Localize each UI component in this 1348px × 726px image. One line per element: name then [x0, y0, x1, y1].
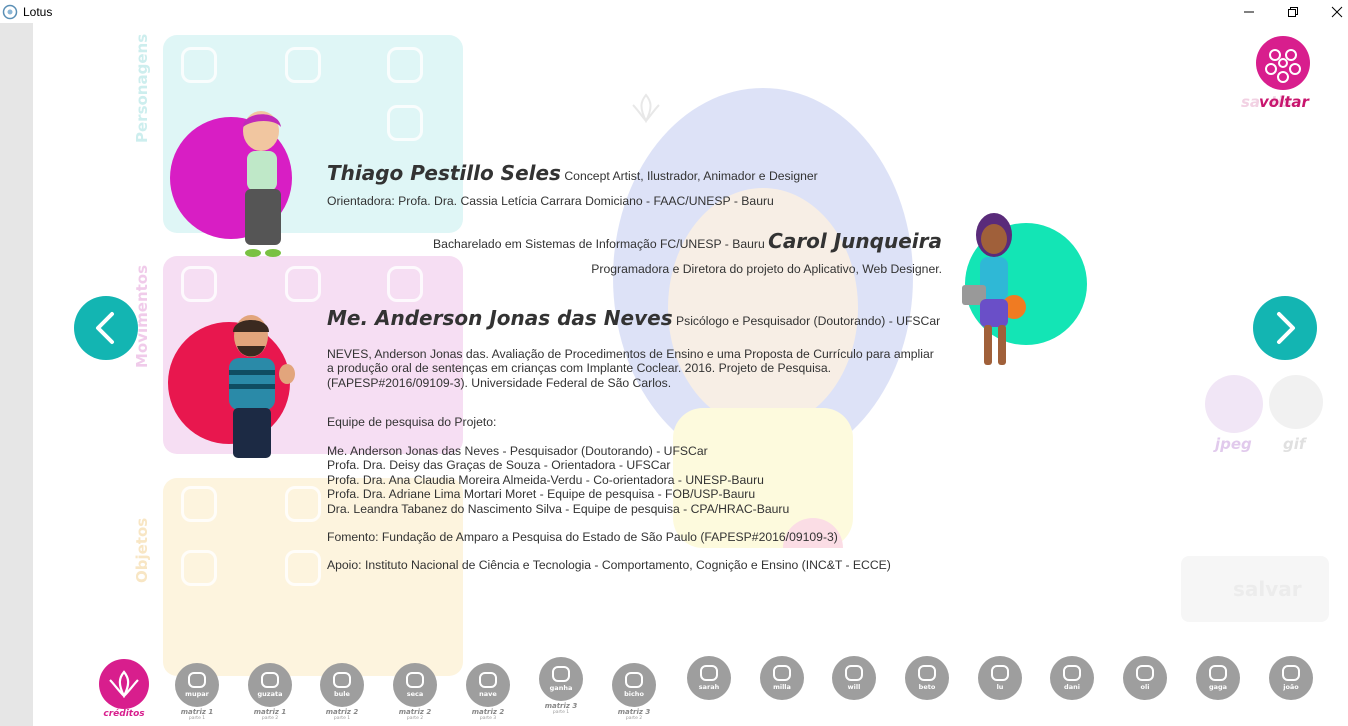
joao-icon: [1282, 665, 1300, 681]
beto-icon: [918, 665, 936, 681]
previous-page-button[interactable]: [74, 296, 138, 360]
window-title: Lotus: [23, 4, 53, 19]
bottom-item-ganha[interactable]: ganha matriz 3 parte 1: [536, 657, 586, 715]
thiago-role: Concept Artist, Ilustrador, Animador e D…: [564, 169, 818, 183]
nave-icon: [479, 672, 497, 688]
bottom-item-sarah[interactable]: sarah: [684, 656, 734, 700]
bottom-item-joao[interactable]: joão: [1266, 656, 1316, 700]
carol-role: Programadora e Diretora do projeto do Ap…: [591, 262, 942, 276]
bottom-item-oli[interactable]: oli: [1120, 656, 1170, 700]
carol-name: Carol Junqueira: [768, 229, 942, 253]
thiago-credit: Thiago Pestillo Seles Concept Artist, Il…: [327, 163, 818, 183]
bottom-item-gaga[interactable]: gaga: [1193, 656, 1243, 700]
app-stage: Personagens Movimentos Objetos jpeg gif …: [33, 23, 1348, 726]
bottom-item-dani[interactable]: dani: [1047, 656, 1097, 700]
creditos-icon: [99, 659, 149, 709]
gif-button[interactable]: [1269, 375, 1323, 429]
bottom-item-bule[interactable]: bule matriz 2 parte 1: [317, 663, 367, 721]
bottom-item-milla[interactable]: milla: [757, 656, 807, 700]
anderson-paragraph-line-3: (FAPESP#2016/09109-3). Universidade Fede…: [327, 375, 672, 390]
anderson-paragraph: NEVES, Anderson Jonas das. Avaliação de …: [327, 347, 934, 390]
next-page-button[interactable]: [1253, 296, 1317, 360]
minimize-icon: [1244, 11, 1254, 12]
close-icon: [1331, 6, 1343, 17]
lu-icon: [991, 665, 1009, 681]
bottom-item-beto[interactable]: beto: [902, 656, 952, 700]
gaga-icon: [1209, 665, 1227, 681]
category-label-personagens: Personagens: [133, 33, 151, 143]
bottom-item-bicho[interactable]: bicho matriz 3 parte 2: [609, 663, 659, 721]
team-list: Me. Anderson Jonas das Neves - Pesquisad…: [327, 444, 789, 516]
team-heading: Equipe de pesquisa do Projeto:: [327, 415, 497, 429]
seca-icon: [406, 672, 424, 688]
close-button[interactable]: [1314, 0, 1348, 23]
chevron-right-icon: [1277, 312, 1295, 344]
jpeg-button[interactable]: [1205, 375, 1263, 433]
milla-icon: [773, 665, 791, 681]
sarah-icon: [700, 665, 718, 681]
voltar-label[interactable]: voltar: [1259, 93, 1309, 111]
team-member: Profa. Dra. Adriane Lima Mortari Moret -…: [327, 487, 756, 502]
gif-label: gif: [1283, 435, 1306, 453]
thiago-avatar: [243, 111, 281, 257]
window-titlebar: Lotus: [0, 0, 1348, 23]
bottom-item-creditos[interactable]: créditos: [99, 659, 149, 719]
team-member: Profa. Dra. Ana Claudia Moreira Almeida-…: [327, 472, 764, 487]
oli-icon: [1136, 665, 1154, 681]
fomento-text: Fomento: Fundação de Amparo a Pesquisa d…: [327, 530, 838, 544]
minimize-button[interactable]: [1226, 0, 1272, 23]
lotus-watermark-icon: [632, 93, 660, 124]
anderson-name: Me. Anderson Jonas das Neves: [327, 306, 673, 330]
left-gutter: [0, 23, 33, 726]
anderson-credit: Me. Anderson Jonas das Neves Psicólogo e…: [327, 308, 941, 328]
carol-prefix: Bacharelado em Sistemas de Informação FC…: [433, 237, 765, 251]
dani-icon: [1063, 665, 1081, 681]
salvar-label: salvar: [1233, 577, 1302, 601]
bicho-icon: [625, 672, 643, 688]
team-member: Me. Anderson Jonas das Neves - Pesquisad…: [327, 444, 708, 458]
jpeg-label: jpeg: [1215, 435, 1252, 453]
restore-button[interactable]: [1270, 0, 1316, 23]
team-member: Profa. Dra. Deisy das Graças de Souza - …: [327, 458, 671, 473]
bottom-item-lu[interactable]: lu: [975, 656, 1025, 700]
lotus-app-icon: [2, 4, 18, 19]
category-label-objetos: Objetos: [133, 517, 151, 583]
lotus-logo-icon: [1256, 36, 1310, 90]
restore-icon: [1288, 6, 1298, 17]
thiago-name: Thiago Pestillo Seles: [327, 161, 561, 185]
bule-icon: [333, 672, 351, 688]
anderson-paragraph-line-1: NEVES, Anderson Jonas das. Avaliação de …: [327, 347, 934, 361]
guzata-icon: [261, 672, 279, 688]
ganha-icon: [552, 666, 570, 682]
mupar-icon: [188, 672, 206, 688]
apoio-text: Apoio: Instituto Nacional de Ciência e T…: [327, 558, 891, 572]
thiago-orientadora: Orientadora: Profa. Dra. Cassia Letícia …: [327, 194, 774, 208]
bottom-navigation-bar: créditos mupar matriz 1 parte 1 guzata m…: [33, 655, 1348, 726]
chevron-left-icon: [96, 312, 114, 344]
anderson-avatar: [229, 315, 295, 458]
anderson-role: Psicólogo e Pesquisador (Doutorando) - U…: [676, 314, 941, 328]
bottom-item-seca[interactable]: seca matriz 2 parte 2: [390, 663, 440, 721]
anderson-paragraph-line-2: a produção oral de sentenças em crianças…: [327, 361, 832, 376]
bottom-item-guzata[interactable]: guzata matriz 1 parte 2: [245, 663, 295, 721]
bottom-item-nave[interactable]: nave matriz 2 parte 3: [463, 663, 513, 721]
creditos-label: créditos: [103, 709, 145, 719]
will-icon: [845, 665, 863, 681]
bottom-item-will[interactable]: will: [829, 656, 879, 700]
carol-avatar: [962, 213, 1026, 365]
team-member: Dra. Leandra Tabanez do Nascimento Silva…: [327, 501, 790, 516]
carol-credit: Bacharelado em Sistemas de Informação FC…: [333, 231, 942, 251]
bottom-item-mupar[interactable]: mupar matriz 1 parte 1: [172, 663, 222, 721]
